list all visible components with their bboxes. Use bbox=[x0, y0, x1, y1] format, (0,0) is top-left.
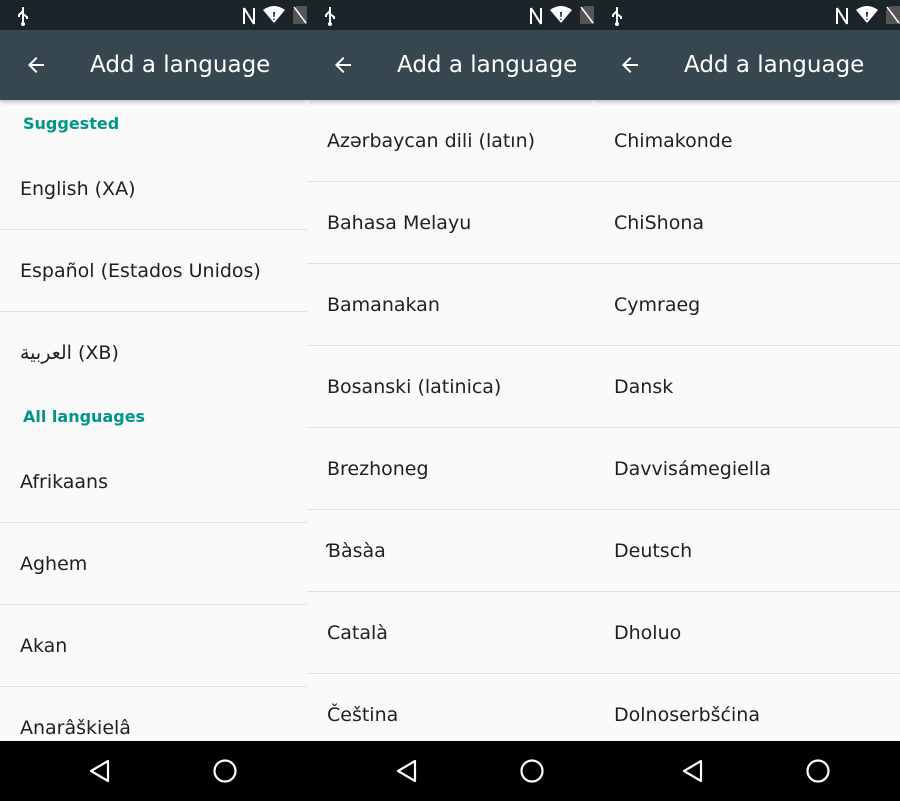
navigation-bar bbox=[0, 741, 900, 801]
language-item[interactable]: English (XA) bbox=[0, 148, 307, 230]
usb-icon bbox=[325, 7, 335, 26]
nfc-icon bbox=[530, 7, 542, 25]
page-title: Add a language bbox=[90, 52, 271, 78]
screen-panel-1: Add a language Suggested English (XA) Espa… bbox=[0, 0, 307, 741]
nfc-icon bbox=[243, 7, 255, 25]
language-item[interactable]: Bamanakan bbox=[307, 264, 594, 346]
page-title: Add a language bbox=[397, 52, 578, 78]
no-sim-icon bbox=[293, 6, 307, 24]
back-triangle-icon[interactable] bbox=[393, 757, 421, 785]
language-item[interactable]: العربية (XB) bbox=[0, 312, 307, 393]
back-arrow-icon[interactable] bbox=[24, 53, 48, 77]
language-item[interactable]: Brezhoneg bbox=[307, 428, 594, 510]
language-item[interactable]: Chimakonde bbox=[594, 100, 900, 182]
language-item[interactable]: Čeština bbox=[307, 674, 594, 741]
home-circle-icon[interactable] bbox=[804, 757, 832, 785]
nfc-icon bbox=[836, 7, 848, 25]
language-item[interactable]: Dholuo bbox=[594, 592, 900, 674]
language-item[interactable]: Aghem bbox=[0, 523, 307, 605]
usb-icon bbox=[18, 7, 28, 26]
language-item[interactable]: Ɓàsàa bbox=[307, 510, 594, 592]
back-triangle-icon[interactable] bbox=[679, 757, 707, 785]
language-list: Suggested English (XA) Español (Estados Un… bbox=[0, 100, 307, 741]
section-header: Suggested bbox=[23, 114, 120, 133]
wifi-icon bbox=[856, 6, 878, 23]
back-arrow-icon[interactable] bbox=[618, 53, 642, 77]
language-item[interactable]: ChiShona bbox=[594, 182, 900, 264]
language-item[interactable]: Bosanski (latinica) bbox=[307, 346, 594, 428]
status-bar bbox=[594, 0, 900, 30]
home-circle-icon[interactable] bbox=[211, 757, 239, 785]
language-item[interactable]: Deutsch bbox=[594, 510, 900, 592]
language-item[interactable]: Español (Estados Unidos) bbox=[0, 230, 307, 312]
language-item[interactable]: Cymraeg bbox=[594, 264, 900, 346]
language-list: Azərbaycan dili (latın) Bahasa Melayu Bama… bbox=[307, 100, 594, 741]
language-item[interactable]: Akan bbox=[0, 605, 307, 687]
language-item[interactable]: Dansk bbox=[594, 346, 900, 428]
language-item[interactable]: Dolnoserbšćina bbox=[594, 674, 900, 741]
back-arrow-icon[interactable] bbox=[331, 53, 355, 77]
language-item[interactable]: Bahasa Melayu bbox=[307, 182, 594, 264]
no-sim-icon bbox=[886, 6, 900, 24]
home-circle-icon[interactable] bbox=[518, 757, 546, 785]
screen-panel-2: Add a language Azərbaycan dili (latın) Ba… bbox=[307, 0, 594, 741]
section-header: All languages bbox=[23, 407, 146, 426]
language-item[interactable]: Davvisámegiella bbox=[594, 428, 900, 510]
screen-panel-3: Add a language Chimakonde ChiShona Cymraeg… bbox=[594, 0, 900, 741]
wifi-icon bbox=[263, 6, 285, 23]
back-triangle-icon[interactable] bbox=[86, 757, 114, 785]
app-bar: Add a language bbox=[594, 30, 900, 100]
page-title: Add a language bbox=[684, 52, 865, 78]
app-bar: Add a language bbox=[0, 30, 307, 100]
status-bar bbox=[307, 0, 594, 30]
language-item[interactable]: Anarâškielâ bbox=[0, 687, 307, 741]
usb-icon bbox=[612, 7, 622, 26]
language-list: Chimakonde ChiShona Cymraeg Dansk Davvisámeg… bbox=[594, 100, 900, 741]
wifi-icon bbox=[550, 6, 572, 23]
no-sim-icon bbox=[580, 6, 594, 24]
app-bar: Add a language bbox=[307, 30, 594, 100]
language-item[interactable]: Azərbaycan dili (latın) bbox=[307, 100, 594, 182]
status-bar bbox=[0, 0, 307, 30]
language-item[interactable]: Català bbox=[307, 592, 594, 674]
language-item[interactable]: Afrikaans bbox=[0, 441, 307, 523]
